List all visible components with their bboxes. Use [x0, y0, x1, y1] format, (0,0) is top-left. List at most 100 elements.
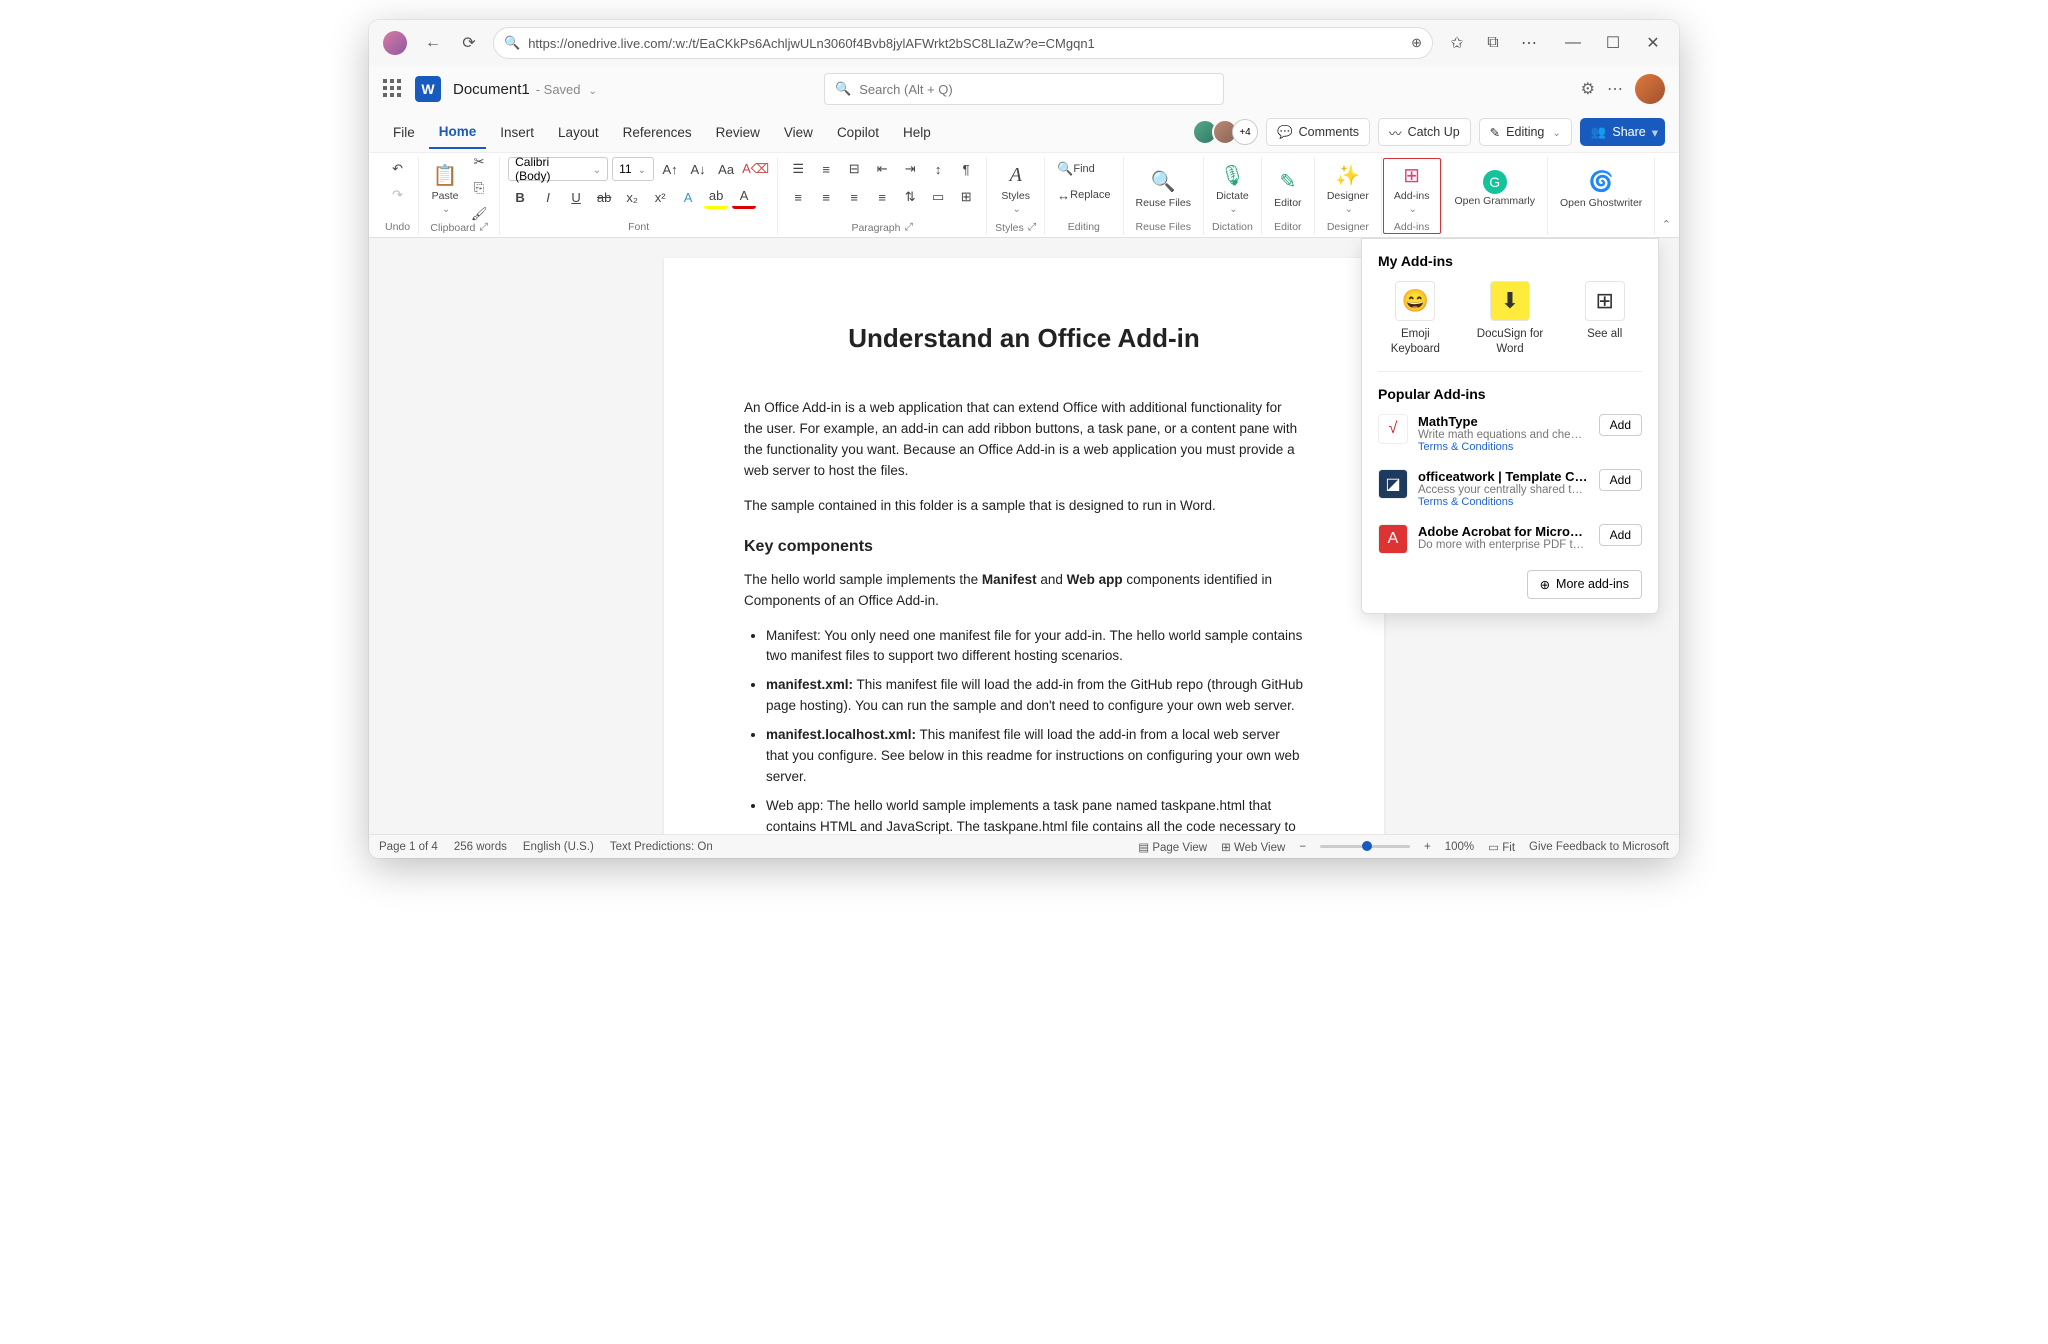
replace-button[interactable]: ↔ Replace	[1053, 183, 1114, 207]
sort-button[interactable]: ↕	[926, 157, 950, 181]
tab-references[interactable]: References	[613, 117, 702, 148]
zoom-in-button[interactable]: +	[1424, 841, 1431, 853]
show-marks-button[interactable]: ¶	[954, 157, 978, 181]
settings-icon[interactable]: ⚙	[1581, 79, 1595, 99]
add-button[interactable]: Add	[1599, 524, 1642, 546]
designer-button[interactable]: ✨Designer	[1323, 159, 1373, 217]
multilevel-button[interactable]: ⊟	[842, 157, 866, 181]
bullets-button[interactable]: ☰	[786, 157, 810, 181]
add-button[interactable]: Add	[1599, 414, 1642, 436]
indent-button[interactable]: ⇥	[898, 157, 922, 181]
paste-button[interactable]: 📋Paste	[427, 159, 463, 217]
align-center-button[interactable]: ≡	[814, 185, 838, 209]
superscript-button[interactable]: x²	[648, 185, 672, 209]
zoom-level[interactable]: 100%	[1445, 841, 1474, 853]
borders-button[interactable]: ⊞	[954, 185, 978, 209]
add-button[interactable]: Add	[1599, 469, 1642, 491]
collections-icon[interactable]: ⧉	[1475, 25, 1511, 61]
editor-button[interactable]: ✎Editor	[1270, 166, 1306, 211]
clear-format-button[interactable]: A⌫	[742, 157, 769, 181]
zoom-out-button[interactable]: −	[1299, 841, 1306, 853]
text-effects-button[interactable]: A	[676, 185, 700, 209]
user-avatar[interactable]	[1635, 74, 1665, 104]
back-button[interactable]: ←	[415, 25, 451, 61]
text-predictions[interactable]: Text Predictions: On	[610, 841, 713, 853]
feedback-link[interactable]: Give Feedback to Microsoft	[1529, 841, 1669, 853]
refresh-button[interactable]: ⟳	[451, 25, 487, 61]
justify-button[interactable]: ≡	[870, 185, 894, 209]
tab-help[interactable]: Help	[893, 117, 941, 148]
tab-insert[interactable]: Insert	[490, 117, 544, 148]
terms-link[interactable]: Terms & Conditions	[1418, 441, 1589, 453]
page-indicator[interactable]: Page 1 of 4	[379, 841, 438, 853]
web-view-button[interactable]: ⊞ Web View	[1221, 840, 1285, 854]
terms-link[interactable]: Terms & Conditions	[1418, 496, 1589, 508]
editing-mode-button[interactable]: ✎ Editing	[1479, 118, 1572, 146]
app-launcher-icon[interactable]	[383, 79, 403, 99]
profile-avatar[interactable]	[383, 31, 407, 55]
address-bar[interactable]: 🔍 https://onedrive.live.com/:w:/t/EaCKkP…	[493, 27, 1433, 59]
font-size-select[interactable]: 11	[612, 157, 654, 181]
undo-button[interactable]: ↶	[386, 157, 410, 181]
tab-copilot[interactable]: Copilot	[827, 117, 889, 148]
share-button[interactable]: 👥 Share ▾	[1580, 118, 1665, 146]
addin-tile-seeall[interactable]: ⊞See all	[1567, 281, 1642, 357]
find-button[interactable]: 🔍 Find	[1053, 157, 1099, 181]
ghostwriter-button[interactable]: 🌀Open Ghostwriter	[1556, 166, 1646, 211]
align-left-button[interactable]: ≡	[786, 185, 810, 209]
shading-button[interactable]: ▭	[926, 185, 950, 209]
tab-view[interactable]: View	[774, 117, 823, 148]
fit-button[interactable]: ▭ Fit	[1488, 840, 1515, 854]
language-indicator[interactable]: English (U.S.)	[523, 841, 594, 853]
font-color-button[interactable]: A	[732, 185, 756, 209]
change-case-button[interactable]: Aa	[714, 157, 738, 181]
close-button[interactable]: ✕	[1633, 25, 1673, 61]
zoom-slider[interactable]	[1320, 845, 1410, 848]
cut-button[interactable]: ✂	[467, 150, 491, 174]
grammarly-button[interactable]: GOpen Grammarly	[1450, 168, 1539, 209]
underline-button[interactable]: U	[564, 185, 588, 209]
catchup-button[interactable]: 〰 Catch Up	[1378, 118, 1471, 146]
tab-home[interactable]: Home	[429, 116, 487, 149]
document-name[interactable]: Document1 - Saved	[453, 81, 597, 98]
presence-avatars[interactable]: +4	[1198, 119, 1258, 145]
page-view-button[interactable]: ▤ Page View	[1138, 840, 1207, 854]
addin-tile-emoji[interactable]: 😄Emoji Keyboard	[1378, 281, 1453, 357]
styles-button[interactable]: AStyles	[997, 159, 1034, 217]
tab-layout[interactable]: Layout	[548, 117, 609, 148]
redo-button[interactable]: ↷	[386, 183, 410, 207]
reuse-files-button[interactable]: 🔍Reuse Files	[1132, 166, 1195, 211]
align-right-button[interactable]: ≡	[842, 185, 866, 209]
font-name-select[interactable]: Calibri (Body)	[508, 157, 608, 181]
outdent-button[interactable]: ⇤	[870, 157, 894, 181]
highlight-button[interactable]: ab	[704, 185, 728, 209]
group-label-undo: Undo	[385, 219, 410, 234]
tab-review[interactable]: Review	[706, 117, 770, 148]
comments-button[interactable]: 💬 Comments	[1266, 118, 1370, 146]
line-spacing-button[interactable]: ⇅	[898, 185, 922, 209]
read-aloud-icon[interactable]: ⊕	[1411, 35, 1422, 51]
numbering-button[interactable]: ≡	[814, 157, 838, 181]
search-input[interactable]: 🔍 Search (Alt + Q)	[824, 73, 1224, 105]
document-page[interactable]: Understand an Office Add-in An Office Ad…	[664, 258, 1384, 834]
minimize-button[interactable]: —	[1553, 25, 1593, 61]
favorites-icon[interactable]: ✩	[1439, 25, 1475, 61]
collapse-ribbon-icon[interactable]: ⌃	[1662, 218, 1671, 231]
shrink-font-button[interactable]: A↓	[686, 157, 710, 181]
addins-button[interactable]: ⊞Add-ins	[1390, 159, 1434, 217]
subscript-button[interactable]: x₂	[620, 185, 644, 209]
tab-file[interactable]: File	[383, 117, 425, 148]
more-icon[interactable]: ⋯	[1511, 25, 1547, 61]
copy-button[interactable]: ⎘	[467, 176, 491, 200]
strike-button[interactable]: ab	[592, 185, 616, 209]
dictate-button[interactable]: 🎙Dictate	[1212, 159, 1253, 217]
bold-button[interactable]: B	[508, 185, 532, 209]
word-count[interactable]: 256 words	[454, 841, 507, 853]
more-icon[interactable]: ⋯	[1607, 79, 1623, 99]
more-addins-button[interactable]: ⊕ More add-ins	[1527, 570, 1642, 599]
italic-button[interactable]: I	[536, 185, 560, 209]
addin-tile-docusign[interactable]: ⬇DocuSign for Word	[1473, 281, 1548, 357]
grow-font-button[interactable]: A↑	[658, 157, 682, 181]
chevron-down-icon[interactable]	[587, 81, 597, 98]
maximize-button[interactable]: ☐	[1593, 25, 1633, 61]
